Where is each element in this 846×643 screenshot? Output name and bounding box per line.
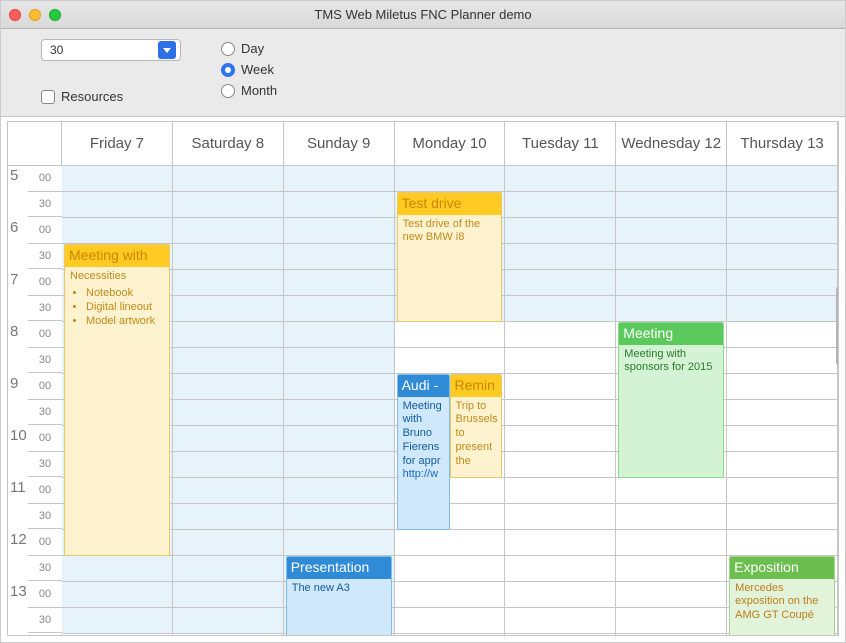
day-column[interactable] <box>505 166 616 635</box>
minimize-icon[interactable] <box>29 9 41 21</box>
event[interactable]: MeetingMeeting with sponsors for 2015 <box>618 322 724 478</box>
toolbar: 30 Resources Day Week Month <box>1 29 845 117</box>
planner: Friday 7Saturday 8Sunday 9Monday 10Tuesd… <box>7 121 839 636</box>
event-body: Test drive of the new BMW i8 <box>398 215 502 249</box>
event[interactable]: Meeting withNecessitiesNotebookDigital l… <box>64 244 170 556</box>
interval-select[interactable]: 30 <box>41 39 181 61</box>
close-icon[interactable] <box>9 9 21 21</box>
scrollbar[interactable] <box>834 166 839 635</box>
hour-row: 100030 <box>8 426 62 478</box>
event-body: The new A3 <box>287 579 391 599</box>
event-title: Audi - <box>398 375 449 397</box>
radio-icon <box>221 63 235 77</box>
app-window: TMS Web Miletus FNC Planner demo 30 Reso… <box>0 0 846 643</box>
resources-label: Resources <box>61 89 123 104</box>
event-title: Meeting with <box>65 245 169 267</box>
day-column[interactable]: PresentationThe new A3 <box>284 166 395 635</box>
day-header: Thursday 13 <box>727 122 838 165</box>
view-day-label: Day <box>241 41 264 56</box>
event-title: Remin <box>451 375 502 397</box>
event-body: Mercedes exposition on the AMG GT Coupé <box>730 579 834 626</box>
radio-icon <box>221 42 235 56</box>
event[interactable]: Audi -Meeting with Bruno Fierens for app… <box>397 374 450 530</box>
day-header: Saturday 8 <box>173 122 284 165</box>
hour-row: 90030 <box>8 374 62 426</box>
event[interactable]: ReminTrip to Brussels to present the <box>450 374 503 478</box>
event[interactable]: PresentationThe new A3 <box>286 556 392 635</box>
day-column[interactable]: Meeting withNecessitiesNotebookDigital l… <box>62 166 173 635</box>
day-header: Sunday 9 <box>284 122 395 165</box>
planner-scroll[interactable]: 5003060030700308003090030100030110030120… <box>8 166 838 635</box>
hour-row: 130030 <box>8 582 62 634</box>
radio-icon <box>221 84 235 98</box>
zoom-icon[interactable] <box>49 9 61 21</box>
event[interactable]: Test driveTest drive of the new BMW i8 <box>397 192 503 322</box>
event[interactable]: ExpositionMercedes exposition on the AMG… <box>729 556 835 635</box>
event-title: Test drive <box>398 193 502 215</box>
day-column[interactable] <box>173 166 284 635</box>
hour-row: 110030 <box>8 478 62 530</box>
event-link[interactable]: http://w <box>403 468 444 482</box>
view-month-label: Month <box>241 83 277 98</box>
time-gutter-header <box>8 122 62 165</box>
event-body: Meeting with sponsors for 2015 <box>619 345 723 379</box>
day-column[interactable]: MeetingMeeting with sponsors for 2015 <box>616 166 727 635</box>
event-body: Meeting with Bruno Fierens for apprhttp:… <box>398 397 449 486</box>
day-header: Friday 7 <box>62 122 173 165</box>
scrollbar-thumb[interactable] <box>836 286 839 366</box>
event-title: Meeting <box>619 323 723 345</box>
event-title: Presentation <box>287 557 391 579</box>
day-header: Monday 10 <box>395 122 506 165</box>
event-body: Trip to Brussels to present the <box>451 397 502 472</box>
event-body: NecessitiesNotebookDigital lineoutModel … <box>65 267 169 332</box>
hour-row: 80030 <box>8 322 62 374</box>
view-mode-group: Day Week Month <box>221 39 277 98</box>
interval-select-value: 30 <box>50 43 63 57</box>
view-week-radio[interactable]: Week <box>221 62 277 77</box>
day-column[interactable]: ExpositionMercedes exposition on the AMG… <box>727 166 838 635</box>
window-title: TMS Web Miletus FNC Planner demo <box>61 7 785 22</box>
titlebar: TMS Web Miletus FNC Planner demo <box>1 1 845 29</box>
view-day-radio[interactable]: Day <box>221 41 277 56</box>
hour-row: 70030 <box>8 270 62 322</box>
view-month-radio[interactable]: Month <box>221 83 277 98</box>
hour-row: 50030 <box>8 166 62 218</box>
chevron-down-icon <box>158 41 176 59</box>
traffic-lights <box>9 9 61 21</box>
hour-row: 60030 <box>8 218 62 270</box>
view-week-label: Week <box>241 62 274 77</box>
time-gutter: 5003060030700308003090030100030110030120… <box>8 166 62 635</box>
day-column[interactable]: Test driveTest drive of the new BMW i8 Au… <box>395 166 506 635</box>
day-header: Tuesday 11 <box>505 122 616 165</box>
hour-row: 120030 <box>8 530 62 582</box>
resources-checkbox[interactable]: Resources <box>41 89 181 104</box>
day-header: Wednesday 12 <box>616 122 727 165</box>
day-header-row: Friday 7Saturday 8Sunday 9Monday 10Tuesd… <box>8 122 838 166</box>
event-title: Exposition <box>730 557 834 579</box>
checkbox-icon <box>41 90 55 104</box>
